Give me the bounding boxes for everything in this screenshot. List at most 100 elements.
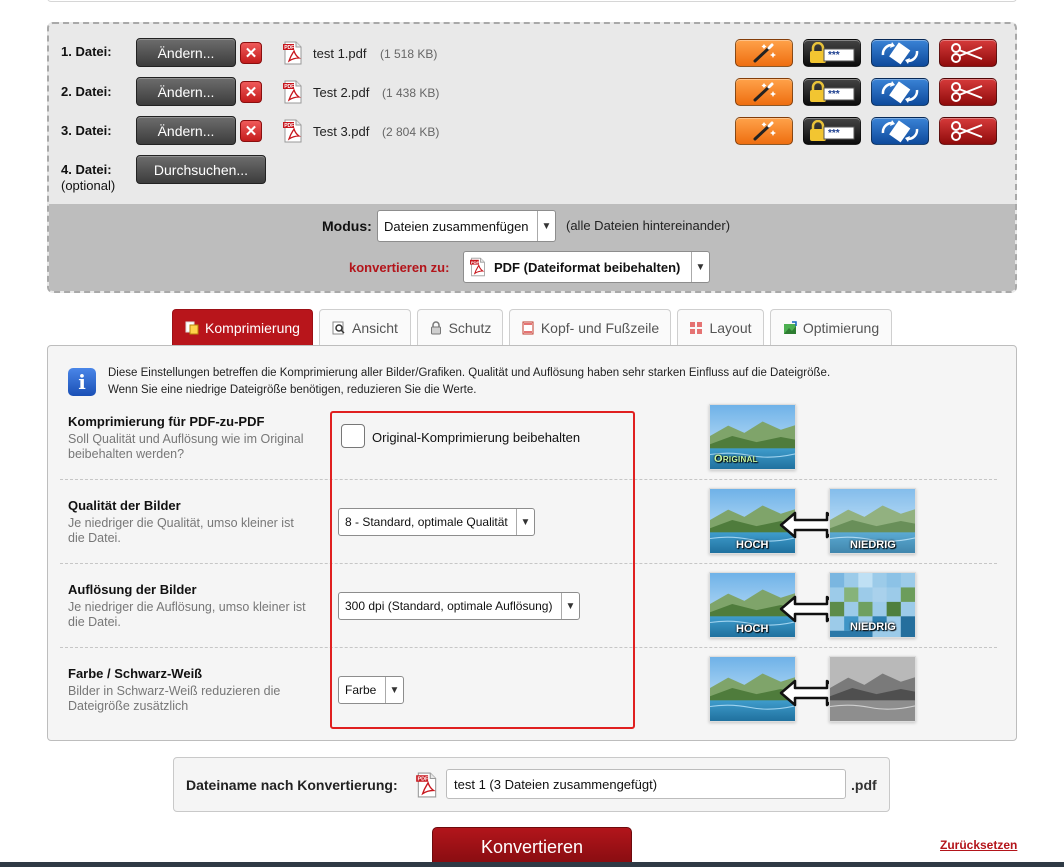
change-file-3-button[interactable]: Ändern... xyxy=(136,116,236,145)
pdf-file-icon xyxy=(283,119,303,143)
remove-file-3-button[interactable]: ✕ xyxy=(240,120,262,142)
close-icon: ✕ xyxy=(244,83,258,101)
output-filename-label: Dateiname nach Konvertierung: xyxy=(186,777,398,793)
lock-password-icon: *** xyxy=(810,42,855,63)
tab-label: Optimierung xyxy=(802,320,880,336)
lock-icon xyxy=(430,321,441,335)
thumb-high-label: HOCH xyxy=(736,539,769,551)
tab-label: Kopf- und Fußzeile xyxy=(540,320,660,336)
compression-desc: Soll Qualität und Auflösung wie im Origi… xyxy=(68,432,304,461)
rotate-icon xyxy=(881,81,919,104)
compress-icon xyxy=(185,321,199,335)
tab-label: Layout xyxy=(709,320,752,336)
layout-icon xyxy=(690,322,703,334)
taskbar-edge xyxy=(0,862,1064,867)
quality-desc: Je niedriger die Qualität, umso kleiner … xyxy=(68,516,294,545)
tab-ansicht[interactable]: Ansicht xyxy=(319,309,411,346)
split-button[interactable] xyxy=(939,117,997,145)
info-line-1: Diese Einstellungen betreffen die Kompri… xyxy=(108,367,831,379)
change-file-2-button[interactable]: Ändern... xyxy=(136,77,236,106)
file-2-label: 2. Datei: xyxy=(61,84,112,99)
magic-wand-button[interactable] xyxy=(735,78,793,106)
pdf-file-icon xyxy=(416,772,438,798)
output-file-extension: .pdf xyxy=(851,777,877,793)
split-button[interactable] xyxy=(939,78,997,106)
browse-file-4-button[interactable]: Durchsuchen... xyxy=(136,155,266,184)
highlight-box xyxy=(330,411,635,729)
lock-password-icon: *** xyxy=(810,120,855,141)
original-thumbnail: Original xyxy=(709,404,796,470)
resolution-title: Auflösung der Bilder xyxy=(68,582,197,597)
svg-text:***: *** xyxy=(828,128,840,139)
scissors-icon xyxy=(951,121,983,141)
magic-wand-icon xyxy=(753,121,776,141)
chevron-down-icon: ▼ xyxy=(537,211,555,241)
previous-panel-edge xyxy=(47,0,1017,2)
convert-to-label: konvertieren zu: xyxy=(349,260,450,275)
rotate-button[interactable] xyxy=(871,117,929,145)
lock-password-icon: *** xyxy=(810,81,855,102)
pdf-file-icon xyxy=(283,41,303,65)
chevron-down-icon: ▼ xyxy=(691,252,709,282)
file-4-optional: (optional) xyxy=(61,178,116,193)
mode-select[interactable]: Dateien zusammenfügen ▼ xyxy=(377,210,556,242)
rotate-button[interactable] xyxy=(871,39,929,67)
magic-wand-button[interactable] xyxy=(735,117,793,145)
convert-button[interactable]: Konvertieren xyxy=(432,827,632,867)
tab-schutz[interactable]: Schutz xyxy=(417,309,503,346)
tab-komprimierung[interactable]: Komprimierung xyxy=(172,309,313,346)
file-3-size: (2 804 KB) xyxy=(382,125,440,139)
scissors-icon xyxy=(951,43,983,63)
grayscale-thumbnail xyxy=(829,656,916,722)
quality-title: Qualität der Bilder xyxy=(68,498,181,513)
tab-kopf-und-fusszeile[interactable]: Kopf- und Fußzeile xyxy=(509,309,671,346)
remove-file-1-button[interactable]: ✕ xyxy=(240,42,262,64)
svg-text:***: *** xyxy=(828,50,840,61)
file-3-label: 3. Datei: xyxy=(61,123,112,138)
optimize-icon xyxy=(783,321,797,334)
magic-wand-icon xyxy=(753,82,776,102)
pdf-format-icon xyxy=(470,257,486,277)
tab-layout[interactable]: Layout xyxy=(677,309,764,346)
tab-label: Komprimierung xyxy=(205,320,300,336)
split-button[interactable] xyxy=(939,39,997,67)
thumb-low-label: NIEDRIG xyxy=(850,539,896,551)
file-4-label: 4. Datei: xyxy=(61,162,112,177)
file-2-size: (1 438 KB) xyxy=(382,86,440,100)
convert-to-value: PDF (Dateiformat beibehalten) xyxy=(494,259,681,275)
compression-title: Komprimierung für PDF-zu-PDF xyxy=(68,414,265,429)
file-2-name: Test 2.pdf xyxy=(313,85,370,100)
scissors-icon xyxy=(951,82,983,102)
magic-wand-button[interactable] xyxy=(735,39,793,67)
resolution-desc: Je niedriger die Auflösung, umso kleiner… xyxy=(68,600,306,629)
mode-note: (alle Dateien hintereinander) xyxy=(566,218,731,233)
color-title: Farbe / Schwarz-Weiß xyxy=(68,666,203,681)
thumb-low-label: NIEDRIG xyxy=(850,621,896,633)
info-line-2: Wenn Sie eine niedrige Dateigröße benöti… xyxy=(108,384,477,396)
remove-file-2-button[interactable]: ✕ xyxy=(240,81,262,103)
convert-to-select[interactable]: PDF (Dateiformat beibehalten) ▼ xyxy=(463,251,710,283)
rotate-icon xyxy=(881,120,919,143)
color-desc: Bilder in Schwarz-Weiß reduzieren die Da… xyxy=(68,684,281,713)
tab-label: Ansicht xyxy=(352,320,398,336)
file-1-size: (1 518 KB) xyxy=(380,47,438,61)
header-footer-icon xyxy=(522,321,534,335)
rotate-icon xyxy=(881,42,919,65)
resolution-low-thumbnail: NIEDRIG xyxy=(829,572,916,638)
output-filename-input[interactable]: test 1 (3 Dateien zusammengefügt) xyxy=(446,769,846,799)
tab-label: Schutz xyxy=(448,320,492,336)
tab-optimierung[interactable]: Optimierung xyxy=(770,309,892,346)
view-icon xyxy=(332,321,345,335)
original-thumb-label: Original xyxy=(714,453,758,465)
password-button[interactable]: *** xyxy=(803,78,861,106)
magic-wand-icon xyxy=(753,43,776,63)
mode-label: Modus: xyxy=(322,218,372,234)
svg-text:***: *** xyxy=(828,89,840,100)
info-icon: i xyxy=(68,368,96,396)
thumb-high-label: HOCH xyxy=(736,623,769,635)
password-button[interactable]: *** xyxy=(803,39,861,67)
change-file-1-button[interactable]: Ändern... xyxy=(136,38,236,67)
reset-link[interactable]: Zurücksetzen xyxy=(940,838,1017,852)
rotate-button[interactable] xyxy=(871,78,929,106)
password-button[interactable]: *** xyxy=(803,117,861,145)
